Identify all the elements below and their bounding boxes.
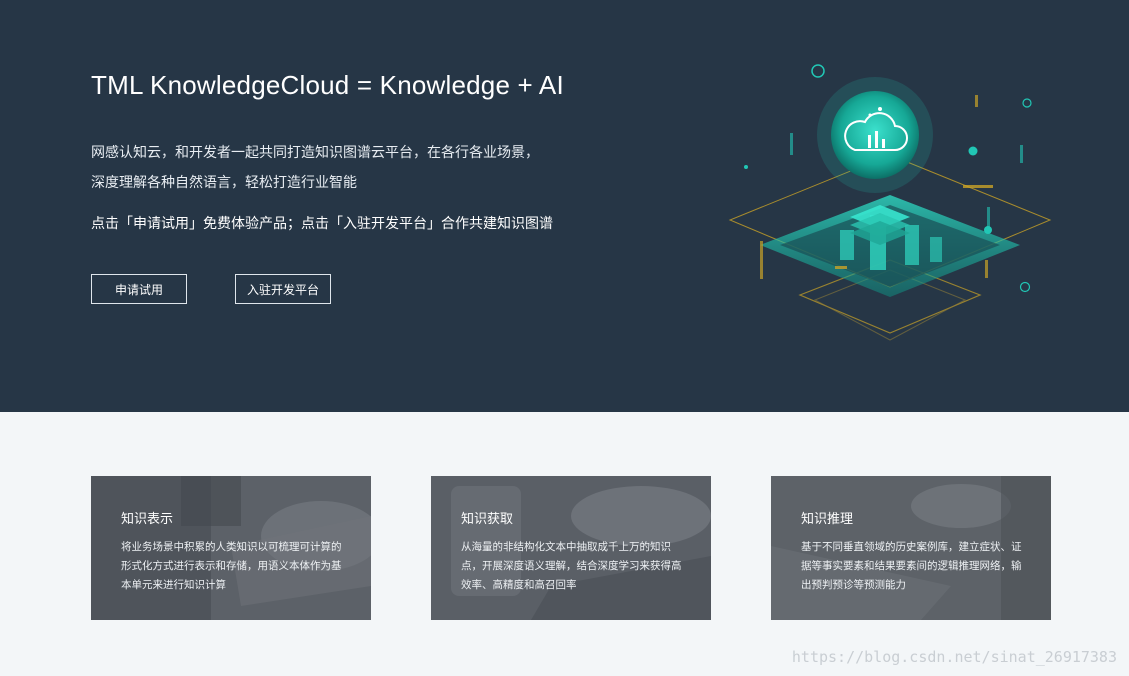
hero-title: TML KnowledgeCloud = Knowledge + AI <box>91 70 564 100</box>
hero-cta-text: 点击「申请试用」免费体验产品；点击「入驻开发平台」合作共建知识图谱 <box>91 216 553 232</box>
card-description: 从海量的非结构化文本中抽取成千上万的知识点，开展深度语义理解，结合深度学习来获得… <box>461 541 682 591</box>
hero-description: 网感认知云，和开发者一起共同打造知识图谱云平台，在各行各业场景， 深度理解各种自… <box>91 138 539 198</box>
card-description: 将业务场景中积累的人类知识以可梳理可计算的形式化方式进行表示和存储，用语义本体作… <box>121 541 342 591</box>
card-title: 知识表示 <box>121 512 174 527</box>
join-dev-platform-button[interactable]: 入驻开发平台 <box>235 274 331 304</box>
feature-cards: 知识表示 将业务场景中积累的人类知识以可梳理可计算的形式化方式进行表示和存储，用… <box>0 412 1129 676</box>
hero-description-line-2: 深度理解各种自然语言，轻松打造行业智能 <box>91 175 357 191</box>
apply-trial-button[interactable]: 申请试用 <box>91 274 187 304</box>
hero-description-line-1: 网感认知云，和开发者一起共同打造知识图谱云平台，在各行各业场景， <box>91 145 539 161</box>
card-title: 知识推理 <box>801 512 854 527</box>
cloud-chart-icon <box>728 64 1052 341</box>
feature-card-knowledge-acquisition[interactable]: 知识获取 从海量的非结构化文本中抽取成千上万的知识点，开展深度语义理解，结合深度… <box>431 476 711 620</box>
hero-banner: TML KnowledgeCloud = Knowledge + AI 网感认知… <box>0 0 1129 412</box>
feature-card-knowledge-reasoning[interactable]: 知识推理 基于不同垂直领域的历史案例库，建立症状、证据等事实要素和结果要素间的逻… <box>771 476 1051 620</box>
feature-card-knowledge-representation[interactable]: 知识表示 将业务场景中积累的人类知识以可梳理可计算的形式化方式进行表示和存储，用… <box>91 476 371 620</box>
watermark-url: https://blog.csdn.net/sinat_26917383 <box>791 648 1117 666</box>
card-title: 知识获取 <box>461 512 514 527</box>
card-description: 基于不同垂直领域的历史案例库，建立症状、证据等事实要素和结果要素间的逻辑推理网络… <box>801 541 1022 591</box>
